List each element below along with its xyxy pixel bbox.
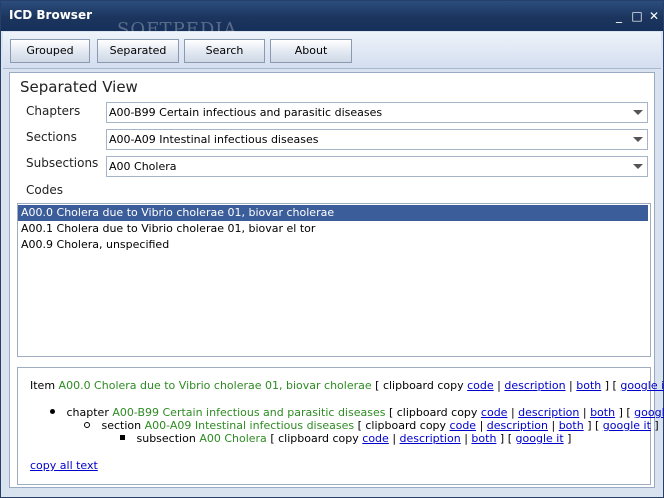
subsections-dropdown[interactable]: A00 Cholera — [106, 156, 648, 177]
separated-view-panel: Separated View Chapters A00-B99 Certain … — [9, 72, 664, 488]
subsections-value: A00 Cholera — [109, 160, 177, 173]
sections-value: A00-A09 Intestinal infectious diseases — [109, 133, 319, 146]
search-button[interactable]: Search — [184, 39, 265, 63]
clipboard-label: [ clipboard copy — [375, 379, 464, 392]
item-line: Item A00.0 Cholera due to Vibrio cholera… — [30, 379, 664, 393]
chevron-down-icon[interactable] — [633, 137, 643, 142]
chapter-line: chapter A00-B99 Certain infectious and p… — [50, 406, 664, 420]
window-title: ICD Browser — [9, 8, 93, 22]
section-line: section A00-A09 Intestinal infectious di… — [84, 419, 659, 433]
chevron-down-icon[interactable] — [633, 164, 643, 169]
bullet-circle-icon — [84, 422, 90, 428]
maximize-icon[interactable]: □ — [630, 9, 644, 23]
subsections-label: Subsections — [26, 156, 99, 170]
copy-both-link[interactable]: both — [590, 406, 615, 419]
separated-button[interactable]: Separated — [97, 39, 179, 63]
separator: ] — [654, 419, 659, 432]
bullet-disc-icon — [50, 409, 55, 414]
separator: ] [ — [604, 379, 617, 392]
sections-dropdown[interactable]: A00-A09 Intestinal infectious diseases — [106, 129, 648, 150]
copy-all-text-link[interactable]: copy all text — [30, 459, 98, 472]
sections-label: Sections — [26, 130, 77, 144]
chapters-value: A00-B99 Certain infectious and parasitic… — [109, 106, 383, 119]
codes-label: Codes — [26, 183, 63, 197]
section-prefix: section — [101, 419, 142, 432]
separator: ] [ — [499, 432, 513, 445]
chapter-prefix: chapter — [66, 406, 109, 419]
copy-all-line: copy all text — [30, 459, 98, 473]
copy-code-link[interactable]: code — [450, 419, 477, 432]
copy-code-link[interactable]: code — [362, 432, 389, 445]
subsection-value: A00 Cholera — [199, 432, 267, 445]
copy-description-link[interactable]: description — [518, 406, 579, 419]
separator: | — [479, 419, 484, 432]
google-it-link[interactable]: google it — [603, 419, 651, 432]
separator: | — [582, 406, 587, 419]
item-value: A00.0 Cholera due to Vibrio cholerae 01,… — [58, 379, 372, 392]
list-item[interactable]: A00.1 Cholera due to Vibrio cholerae 01,… — [18, 221, 648, 237]
list-item[interactable]: A00.0 Cholera due to Vibrio cholerae 01,… — [18, 205, 648, 221]
grouped-button[interactable]: Grouped — [10, 39, 90, 63]
app-window: ICD Browser SOFTPEDIA _ □ ✕ Grouped Sepa… — [0, 0, 664, 498]
clipboard-label: [ clipboard copy — [357, 419, 447, 432]
bullet-square-icon — [120, 435, 125, 440]
google-it-link[interactable]: google it — [620, 379, 664, 392]
copy-description-link[interactable]: description — [504, 379, 565, 392]
separator: | — [464, 432, 468, 445]
separator: | — [551, 419, 556, 432]
copy-description-link[interactable]: description — [400, 432, 461, 445]
details-pane: Item A00.0 Cholera due to Vibrio cholera… — [17, 367, 664, 485]
list-item[interactable]: A00.9 Cholera, unspecified — [18, 237, 648, 253]
chevron-down-icon[interactable] — [633, 110, 643, 115]
chapters-dropdown[interactable]: A00-B99 Certain infectious and parasitic… — [106, 102, 648, 123]
copy-both-link[interactable]: both — [471, 432, 496, 445]
clipboard-label: [ clipboard copy — [388, 406, 478, 419]
codes-list[interactable]: A00.0 Cholera due to Vibrio cholerae 01,… — [17, 203, 651, 357]
title-bar[interactable]: ICD Browser SOFTPEDIA _ □ ✕ — [1, 1, 663, 40]
clipboard-label: [ clipboard copy — [270, 432, 359, 445]
separator: | — [569, 379, 573, 392]
separator: ] — [567, 432, 572, 445]
chapters-label: Chapters — [26, 104, 81, 118]
copy-both-link[interactable]: both — [576, 379, 601, 392]
copy-both-link[interactable]: both — [559, 419, 584, 432]
about-button[interactable]: About — [270, 39, 352, 63]
toolbar: Grouped Separated Search About — [3, 32, 661, 69]
subsection-prefix: subsection — [136, 432, 196, 445]
separator: | — [392, 432, 397, 445]
section-value: A00-A09 Intestinal infectious diseases — [144, 419, 355, 432]
copy-description-link[interactable]: description — [487, 419, 548, 432]
chapter-value: A00-B99 Certain infectious and parasitic… — [112, 406, 386, 419]
minimize-icon[interactable]: _ — [612, 9, 626, 23]
copy-code-link[interactable]: code — [467, 379, 494, 392]
view-title: Separated View — [20, 78, 138, 96]
close-icon[interactable]: ✕ — [647, 9, 661, 23]
subsection-line: subsection A00 Cholera [ clipboard copy … — [120, 432, 571, 446]
separator: | — [497, 379, 501, 392]
copy-code-link[interactable]: code — [481, 406, 508, 419]
google-it-link[interactable]: google it — [516, 432, 564, 445]
separator: ] [ — [587, 419, 600, 432]
separator: ] [ — [618, 406, 631, 419]
item-prefix: Item — [30, 379, 56, 392]
separator: | — [510, 406, 515, 419]
google-it-link[interactable]: google it — [634, 406, 664, 419]
